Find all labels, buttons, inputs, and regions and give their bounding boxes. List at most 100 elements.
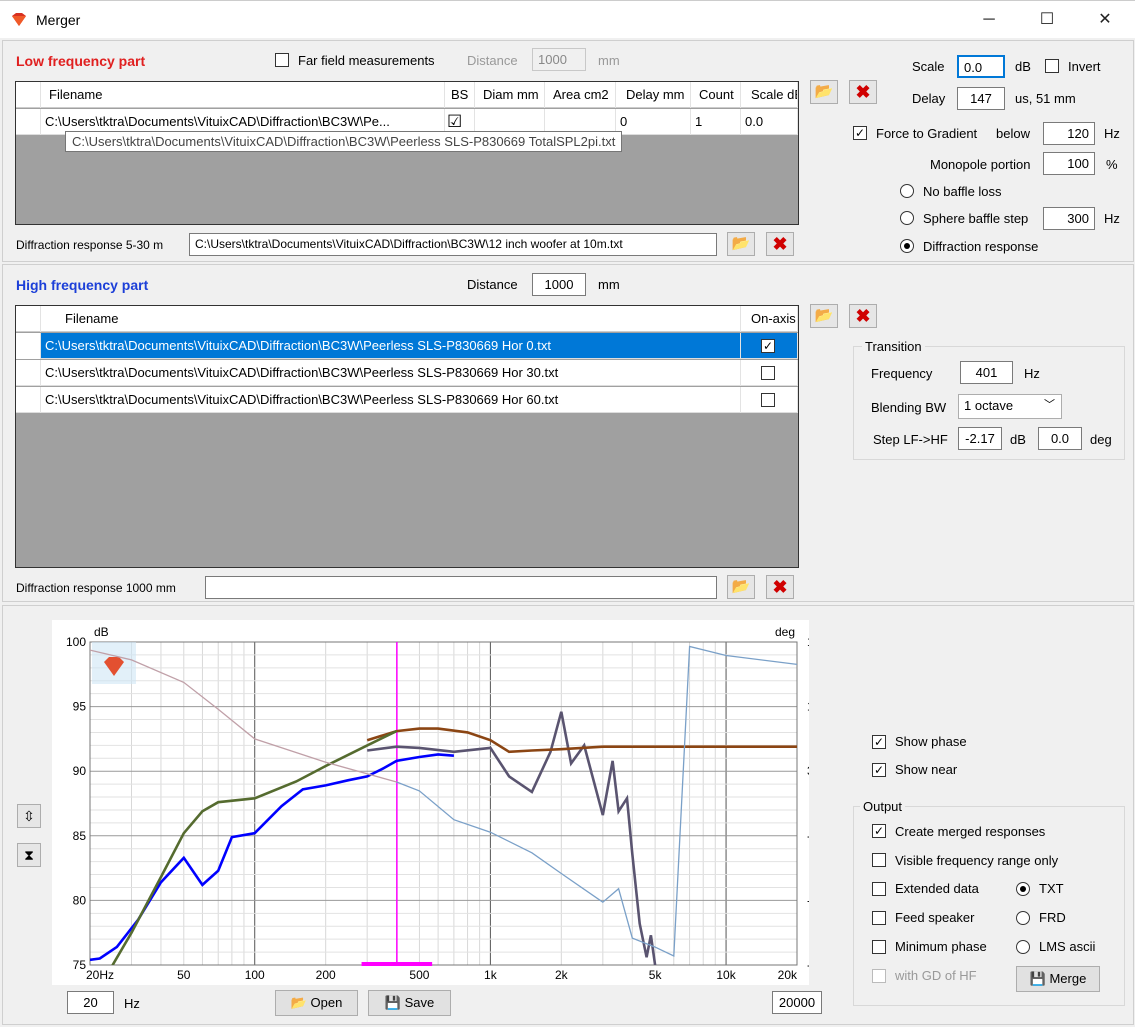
create-merged-checkbox[interactable]: ✓ bbox=[872, 824, 886, 838]
feed-speaker-checkbox[interactable] bbox=[872, 911, 886, 925]
x-tick-label: 50 bbox=[177, 968, 191, 982]
below-label: below bbox=[996, 126, 1030, 141]
hf-row-selected[interactable]: C:\Users\tktra\Documents\VituixCAD\Diffr… bbox=[16, 333, 798, 359]
onaxis-checkbox[interactable] bbox=[761, 366, 775, 380]
delay-input[interactable]: 147 bbox=[957, 87, 1005, 110]
monopole-input[interactable]: 100 bbox=[1043, 152, 1095, 175]
y-right-tick-label: -108 bbox=[807, 893, 809, 907]
hf-row-filename[interactable]: C:\Users\tktra\Documents\VituixCAD\Diffr… bbox=[41, 387, 741, 413]
floppy-icon: 💾 bbox=[1029, 971, 1046, 986]
blending-label: Blending BW bbox=[871, 400, 947, 415]
hf-file-grid[interactable]: Filename On-axis C:\Users\tktra\Document… bbox=[15, 305, 799, 568]
lf-file-grid[interactable]: Filename BS Diam mm Area cm2 Delay mm Co… bbox=[15, 81, 799, 225]
visible-range-checkbox[interactable] bbox=[872, 853, 886, 867]
lf-col-delay[interactable]: Delay mm bbox=[616, 82, 691, 108]
scale-input[interactable]: 0.0 bbox=[957, 55, 1005, 78]
invert-checkbox[interactable] bbox=[1045, 59, 1059, 73]
show-near-checkbox[interactable]: ✓ bbox=[872, 763, 886, 777]
minimize-button[interactable]: ─ bbox=[966, 7, 1012, 33]
lf-diffraction-input[interactable]: C:\Users\tktra\Documents\VituixCAD\Diffr… bbox=[189, 233, 717, 256]
hf-row-onaxis-cell[interactable]: ✓ bbox=[741, 333, 798, 359]
zoom-fit-button[interactable]: ⇳ bbox=[17, 804, 41, 828]
save-button[interactable]: 💾 Save bbox=[368, 990, 451, 1016]
lf-grid-header: Filename BS Diam mm Area cm2 Delay mm Co… bbox=[16, 82, 798, 108]
far-field-checkbox[interactable] bbox=[275, 53, 289, 67]
lf-row-delay[interactable]: 0 bbox=[616, 109, 691, 135]
folder-open-icon: 📂 bbox=[731, 235, 751, 252]
lf-row-scale[interactable]: 0.0 bbox=[741, 109, 798, 135]
hf-row-filename[interactable]: C:\Users\tktra\Documents\VituixCAD\Diffr… bbox=[41, 333, 741, 359]
lf-col-scale[interactable]: Scale dB bbox=[741, 82, 798, 108]
sphere-baffle-radio[interactable] bbox=[900, 211, 914, 225]
minimum-phase-checkbox[interactable] bbox=[872, 940, 886, 954]
hf-row-filename[interactable]: C:\Users\tktra\Documents\VituixCAD\Diffr… bbox=[41, 360, 741, 386]
hf-row-onaxis-cell[interactable] bbox=[741, 360, 798, 386]
hf-diffraction-delete-button[interactable]: ✖ bbox=[766, 575, 794, 599]
lf-diffraction-open-button[interactable]: 📂 bbox=[727, 232, 755, 256]
force-gradient-checkbox[interactable]: ✓ bbox=[853, 126, 867, 140]
lf-distance-input[interactable]: 1000 bbox=[532, 48, 586, 71]
frd-radio[interactable] bbox=[1016, 911, 1030, 925]
close-button[interactable]: ✕ bbox=[1082, 7, 1128, 33]
lf-col-count[interactable]: Count bbox=[691, 82, 741, 108]
lf-row-count[interactable]: 1 bbox=[691, 109, 741, 135]
lf-diffraction-delete-button[interactable]: ✖ bbox=[766, 232, 794, 256]
lms-radio[interactable] bbox=[1016, 940, 1030, 954]
blending-value: 1 octave bbox=[964, 398, 1014, 413]
show-phase-checkbox[interactable]: ✓ bbox=[872, 735, 886, 749]
monopole-label: Monopole portion bbox=[930, 157, 1031, 172]
min-freq-input[interactable]: 20 bbox=[67, 991, 114, 1014]
maximize-button[interactable]: ☐ bbox=[1024, 7, 1070, 33]
sphere-unit: Hz bbox=[1104, 211, 1120, 226]
extended-data-checkbox[interactable] bbox=[872, 882, 886, 896]
hf-open-button[interactable]: 📂 bbox=[810, 304, 838, 328]
with-gd-checkbox[interactable] bbox=[872, 969, 886, 983]
zoom-in-button[interactable]: ⧗ bbox=[17, 843, 41, 867]
frequency-input[interactable]: 401 bbox=[960, 361, 1013, 384]
hf-diffraction-input[interactable] bbox=[205, 576, 717, 599]
hf-row-onaxis-cell[interactable] bbox=[741, 387, 798, 413]
y-left-unit: dB bbox=[94, 625, 109, 639]
frequency-response-chart[interactable]: 100 95 90 85 80 75 180 108 36 -36 -108 -180 20Hz 50 10… bbox=[52, 620, 809, 985]
diffraction-response-radio[interactable] bbox=[900, 239, 914, 253]
floppy-icon: 💾 bbox=[384, 995, 401, 1010]
far-field-label: Far field measurements bbox=[298, 53, 435, 68]
lf-open-button[interactable]: 📂 bbox=[810, 80, 838, 104]
txt-label: TXT bbox=[1039, 881, 1064, 896]
blending-select[interactable]: 1 octave ﹀ bbox=[958, 394, 1062, 419]
lf-col-area[interactable]: Area cm2 bbox=[545, 82, 616, 108]
no-baffle-label: No baffle loss bbox=[923, 184, 1002, 199]
lf-col-diam[interactable]: Diam mm bbox=[475, 82, 545, 108]
hf-diffraction-label: Diffraction response 1000 mm bbox=[16, 581, 176, 595]
hf-distance-input[interactable]: 1000 bbox=[532, 273, 586, 296]
no-baffle-radio[interactable] bbox=[900, 184, 914, 198]
sphere-input[interactable]: 300 bbox=[1043, 207, 1095, 230]
y-left-tick-label: 80 bbox=[73, 893, 87, 907]
hf-row[interactable]: C:\Users\tktra\Documents\VituixCAD\Diffr… bbox=[16, 360, 798, 386]
onaxis-checkbox[interactable]: ✓ bbox=[761, 339, 775, 353]
hf-col-filename[interactable]: Filename bbox=[41, 306, 741, 332]
y-left-tick-label: 85 bbox=[73, 829, 87, 843]
lf-col-bs[interactable]: BS bbox=[445, 82, 475, 108]
hf-row[interactable]: C:\Users\tktra\Documents\VituixCAD\Diffr… bbox=[16, 387, 798, 413]
step-db-input[interactable]: -2.17 bbox=[958, 427, 1002, 450]
red-x-icon: ✖ bbox=[855, 82, 871, 102]
arrows-up-down-icon: ⇳ bbox=[23, 808, 35, 824]
below-input[interactable]: 120 bbox=[1043, 122, 1095, 145]
hf-col-onaxis[interactable]: On-axis bbox=[741, 306, 798, 332]
lf-delete-button[interactable]: ✖ bbox=[849, 80, 877, 104]
txt-radio[interactable] bbox=[1016, 882, 1030, 896]
max-freq-input[interactable]: 20000 bbox=[772, 991, 822, 1014]
hf-distance-label: Distance bbox=[467, 277, 518, 292]
hf-delete-button[interactable]: ✖ bbox=[849, 304, 877, 328]
y-right-tick-label: -36 bbox=[807, 829, 809, 843]
hf-diffraction-open-button[interactable]: 📂 bbox=[727, 575, 755, 599]
step-deg-input[interactable]: 0.0 bbox=[1038, 427, 1082, 450]
lf-col-filename[interactable]: Filename bbox=[41, 82, 445, 108]
open-button[interactable]: 📂 Open bbox=[275, 990, 358, 1016]
scale-unit: dB bbox=[1015, 59, 1031, 74]
lms-label: LMS ascii bbox=[1039, 939, 1096, 954]
onaxis-checkbox[interactable] bbox=[761, 393, 775, 407]
hf-grid-header: Filename On-axis bbox=[16, 306, 798, 332]
merge-button[interactable]: 💾 Merge bbox=[1016, 966, 1100, 992]
